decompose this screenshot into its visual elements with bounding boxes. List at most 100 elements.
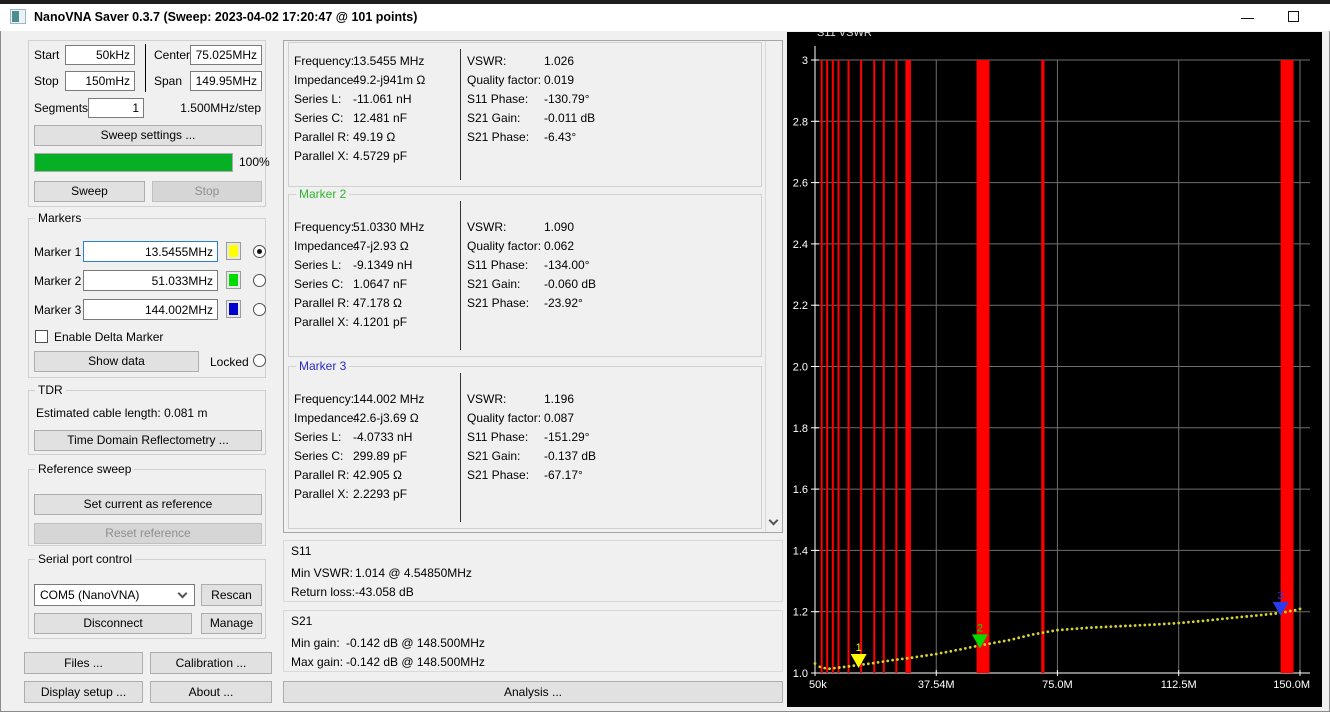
- chevron-down-icon[interactable]: [768, 515, 779, 526]
- trace-point: [837, 666, 841, 669]
- trace-point: [1017, 636, 1021, 640]
- vertical-scrollbar[interactable]: [765, 41, 782, 532]
- trace-point: [1293, 608, 1297, 612]
- display-setup-button[interactable]: Display setup ...: [24, 681, 143, 703]
- band-marker: [1041, 60, 1045, 673]
- field-label: S21 Phase:: [467, 130, 530, 144]
- trace-point: [1162, 622, 1166, 626]
- field-label: VSWR:: [467, 392, 507, 406]
- minimize-button[interactable]: [1233, 6, 1263, 28]
- trace-point: [959, 647, 962, 651]
- rescan-button[interactable]: Rescan: [201, 584, 262, 606]
- progress-percent: 100%: [239, 155, 270, 169]
- span-input[interactable]: [190, 71, 262, 91]
- trace-point: [983, 643, 987, 646]
- band-marker: [895, 60, 898, 673]
- manage-button[interactable]: Manage: [201, 613, 262, 634]
- x-tick-label: 37.54M: [918, 679, 955, 691]
- band-marker: [826, 60, 829, 673]
- minimize-icon: [1241, 18, 1254, 19]
- field-label: S21 Gain:: [467, 277, 521, 291]
- show-data-button[interactable]: Show data: [34, 351, 199, 372]
- field-value: -11.061 nH: [353, 92, 412, 106]
- trace-point: [1036, 632, 1040, 635]
- trace-point: [1007, 638, 1011, 642]
- marker2-color-swatch[interactable]: [226, 271, 241, 289]
- trace-point: [1128, 624, 1132, 628]
- reference-group-title: Reference sweep: [35, 462, 135, 476]
- reset-reference-button[interactable]: Reset reference: [34, 523, 262, 544]
- trace-point: [915, 655, 919, 659]
- marker-panel-2: Marker 2 Frequency: 51.0330 MHz Impedance: 4…: [288, 187, 762, 357]
- trace-point: [1216, 617, 1219, 621]
- trace-point: [1284, 610, 1287, 614]
- start-label: Start: [34, 48, 60, 62]
- marker2-label: Marker 2: [34, 274, 82, 288]
- calibration-button[interactable]: Calibration ...: [150, 652, 272, 674]
- about-button[interactable]: About ...: [150, 681, 272, 703]
- maximize-button[interactable]: [1280, 6, 1310, 28]
- field-label: Parallel R:: [294, 130, 350, 144]
- stop-button[interactable]: Stop: [152, 181, 262, 202]
- set-reference-button[interactable]: Set current as reference: [34, 494, 262, 515]
- trace-point: [1056, 628, 1059, 632]
- trace-point: [1264, 613, 1268, 616]
- field-label: S11 Phase:: [467, 430, 529, 444]
- analysis-button[interactable]: Analysis ...: [283, 681, 783, 703]
- field-label: Frequency:: [294, 54, 355, 68]
- trace-point: [896, 658, 899, 661]
- trace-point: [1288, 609, 1292, 613]
- field-label: Quality factor:: [467, 239, 542, 253]
- trace-point: [1269, 612, 1273, 616]
- trace-point: [1250, 614, 1253, 618]
- field-label: Series C:: [294, 277, 344, 291]
- trace-point: [1143, 623, 1147, 627]
- sweep-settings-button[interactable]: Sweep settings ...: [34, 125, 262, 146]
- disconnect-button[interactable]: Disconnect: [34, 613, 192, 634]
- marker2-input[interactable]: [83, 270, 218, 291]
- marker2-radio[interactable]: [253, 274, 266, 287]
- band-marker: [831, 60, 834, 673]
- locked-radio[interactable]: [253, 354, 266, 367]
- serial-port-select[interactable]: COM5 (NanoVNA): [34, 584, 195, 606]
- progress-fill: [35, 154, 232, 171]
- trace-point: [1090, 626, 1093, 629]
- start-input[interactable]: [65, 45, 135, 65]
- band-marker: [1280, 60, 1294, 673]
- segments-input[interactable]: [88, 98, 144, 118]
- trace-point: [1031, 632, 1035, 636]
- marker1-radio[interactable]: [253, 245, 266, 258]
- marker1-color-swatch[interactable]: [226, 242, 241, 260]
- trace-point: [1182, 621, 1185, 625]
- marker-panel-title: Marker 2: [296, 187, 350, 201]
- trace-point: [905, 656, 909, 660]
- trace-point: [1119, 624, 1122, 628]
- window-title: NanoVNA Saver 0.3.7 (Sweep: 2023-04-02 1…: [34, 10, 418, 24]
- trace-point: [886, 659, 890, 663]
- trace-point: [866, 662, 870, 666]
- marker3-color-swatch[interactable]: [226, 300, 241, 318]
- trace-point: [993, 641, 996, 645]
- s11-vswr-chart[interactable]: S11 VSWR 3 2.8 2.6 2.4 2.2 2.0 1.8 1.6 1.4 1.2 1.0 5…: [787, 27, 1322, 707]
- tdr-button[interactable]: Time Domain Reflectometry ...: [34, 430, 262, 451]
- chart-marker-label-3: 3: [1278, 590, 1284, 602]
- trace-point: [1060, 628, 1064, 632]
- s21-title: S21: [291, 614, 313, 628]
- center-input[interactable]: [190, 45, 262, 65]
- sweep-control-group: Start Center Stop Span Segments 1.500MHz…: [28, 40, 270, 207]
- trace-point: [1022, 635, 1025, 639]
- marker1-input[interactable]: [83, 241, 218, 262]
- files-button[interactable]: Files ...: [24, 652, 143, 674]
- field-value: -9.1349 nH: [353, 258, 413, 272]
- sweep-button[interactable]: Sweep: [34, 181, 145, 202]
- x-tick-label: 75.0M: [1042, 679, 1073, 691]
- marker3-input[interactable]: [83, 299, 218, 320]
- title-bar: NanoVNA Saver 0.3.7 (Sweep: 2023-04-02 1…: [0, 4, 1330, 31]
- field-label: Impedance:: [294, 411, 357, 425]
- enable-delta-marker-checkbox[interactable]: [35, 330, 48, 343]
- field-value: 1.026: [544, 54, 575, 68]
- marker3-radio[interactable]: [253, 303, 266, 316]
- field-value: 47-j2.93 Ω: [353, 239, 409, 253]
- field-value: 4.5729 pF: [353, 149, 408, 163]
- stop-input[interactable]: [65, 71, 135, 91]
